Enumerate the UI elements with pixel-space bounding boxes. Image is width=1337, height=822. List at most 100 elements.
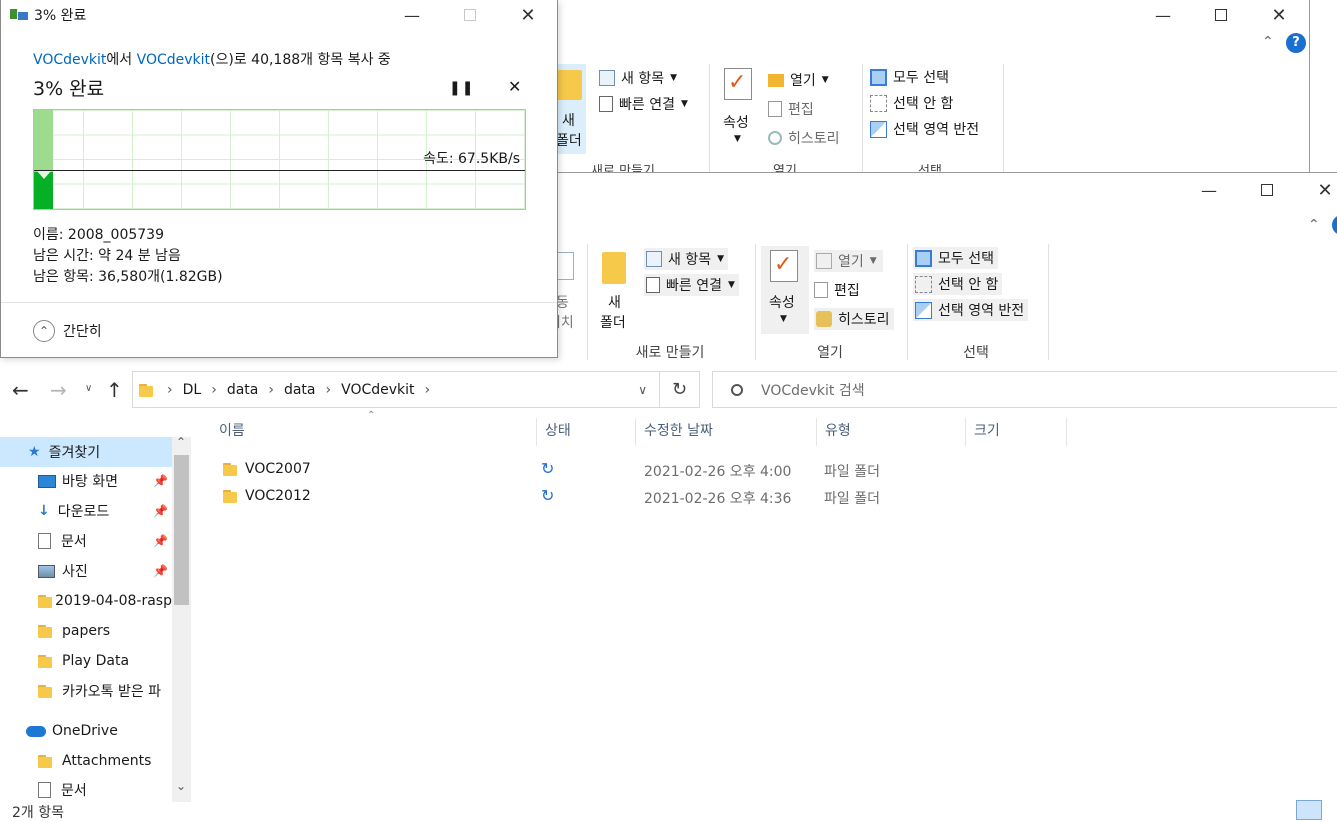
table-row[interactable]: VOC2007 ↻ 2021-02-26 오후 4:00 파일 폴더 — [211, 457, 1071, 483]
breadcrumb-item[interactable]: data — [227, 382, 259, 398]
maximize-button[interactable] — [1244, 175, 1290, 205]
column-header-status[interactable]: 상태 — [537, 416, 635, 446]
address-dropdown-icon[interactable]: ∨ — [638, 383, 647, 397]
back-edit-button[interactable]: 편집 — [768, 99, 814, 119]
quick-access-button[interactable]: 빠른 연결 ▼ — [644, 274, 739, 296]
column-header-type[interactable]: 유형 — [817, 416, 965, 446]
breadcrumb-item[interactable]: data — [284, 382, 316, 398]
chevron-down-icon: ▼ — [680, 99, 688, 109]
nav-folder-playdata[interactable]: Play Data — [0, 646, 172, 676]
nav-onedrive-documents[interactable]: 문서 — [0, 775, 172, 802]
file-modified: 2021-02-26 오후 4:36 — [644, 491, 792, 507]
select-all-button[interactable]: 모두 선택 — [913, 247, 998, 269]
new-folder-button[interactable]: 새 폴더 — [596, 248, 634, 334]
dialog-close-button[interactable]: ✕ — [505, 0, 551, 30]
nav-downloads[interactable]: ↓ 다운로드 📌 — [0, 496, 172, 526]
invert-selection-button[interactable]: 선택 영역 반전 — [913, 299, 1029, 321]
back-nav-button[interactable]: ← — [12, 378, 29, 402]
status-item-count: 2개 항목 — [12, 805, 64, 821]
address-bar[interactable]: › DL › data › data › VOCdevkit › ∨ — [132, 371, 660, 408]
column-header-modified[interactable]: 수정한 날짜 — [636, 416, 816, 446]
back-select-all-button[interactable]: 모두 선택 — [870, 67, 949, 87]
scroll-down-icon[interactable]: ⌄ — [176, 779, 186, 793]
nav-attachments[interactable]: Attachments — [0, 746, 172, 776]
invert-selection-icon — [870, 120, 887, 138]
chevron-down-icon: ▼ — [780, 314, 787, 324]
chevron-down-icon: ▼ — [670, 73, 678, 83]
nav-pictures-label: 사진 — [62, 564, 88, 580]
nav-downloads-label: 다운로드 — [57, 504, 110, 520]
nav-onedrive-label: OneDrive — [52, 723, 118, 739]
cancel-copy-button[interactable]: ✕ — [508, 77, 521, 96]
back-quick-access-button[interactable]: 빠른 연결 ▼ — [599, 94, 688, 114]
back-invert-selection-button[interactable]: 선택 영역 반전 — [870, 119, 979, 139]
dialog-minimize-button[interactable]: — — [389, 0, 435, 30]
nav-pictures[interactable]: 사진 📌 — [0, 556, 172, 586]
description-suffix: (으)로 40,188개 항목 복사 중 — [210, 52, 391, 68]
large-icons-view-button[interactable] — [1324, 800, 1337, 820]
collapse-ribbon-icon[interactable]: ⌃ — [1308, 217, 1320, 233]
speed-line — [34, 170, 525, 171]
nav-folder-playdata-label: Play Data — [62, 653, 130, 669]
scroll-thumb[interactable] — [174, 455, 189, 605]
properties-button[interactable]: ✓ 속성 ▼ — [761, 246, 809, 334]
new-item-label: 새 항목 — [668, 252, 712, 268]
back-minimize-button[interactable]: — — [1140, 0, 1186, 30]
download-icon: ↓ — [38, 503, 50, 519]
back-new-folder-label2: 폴더 — [556, 133, 582, 149]
column-header-size[interactable]: 크기 — [966, 416, 1066, 446]
pause-button[interactable]: ❚❚ — [449, 80, 474, 96]
fewer-details-label: 간단히 — [63, 324, 102, 340]
forward-nav-button[interactable]: → — [50, 378, 67, 402]
nav-folder-kakaotalk[interactable]: 카카오톡 받은 파 — [0, 676, 172, 706]
back-close-button[interactable]: ✕ — [1256, 0, 1302, 30]
column-header-name[interactable]: 이름 — [211, 416, 536, 446]
open-button[interactable]: 열기 ▼ — [814, 250, 883, 272]
minimize-button[interactable]: — — [1186, 175, 1232, 205]
sync-pending-icon: ↻ — [541, 459, 555, 478]
history-icon — [768, 131, 782, 145]
new-item-icon — [599, 70, 615, 86]
close-button[interactable]: ✕ — [1302, 175, 1337, 205]
speed-graph: 속도: 67.5KB/s — [33, 109, 526, 210]
back-help-icon[interactable]: ? — [1286, 33, 1306, 53]
nav-onedrive-documents-label: 문서 — [61, 783, 87, 799]
up-nav-button[interactable]: ↑ — [106, 378, 123, 402]
source-link[interactable]: VOCdevkit — [33, 52, 106, 68]
file-modified: 2021-02-26 오후 4:00 — [644, 464, 792, 480]
refresh-button[interactable]: ↻ — [660, 371, 700, 408]
help-icon[interactable] — [1332, 215, 1337, 235]
back-open-button[interactable]: 열기 ▼ — [768, 70, 829, 90]
open-icon — [816, 253, 832, 269]
back-select-none-button[interactable]: 선택 안 함 — [870, 93, 953, 113]
fewer-details-button[interactable]: ⌃ 간단히 — [33, 320, 102, 342]
back-new-item-button[interactable]: 새 항목 ▼ — [599, 68, 677, 88]
recent-locations-button[interactable]: ∨ — [85, 383, 92, 394]
divider — [907, 244, 908, 360]
divider — [587, 244, 588, 360]
nav-scrollbar[interactable]: ⌃ ⌄ — [172, 437, 191, 802]
breadcrumb-item[interactable]: VOCdevkit — [341, 382, 414, 398]
new-item-button[interactable]: 새 항목 ▼ — [644, 248, 729, 270]
destination-link[interactable]: VOCdevkit — [137, 52, 210, 68]
scroll-up-icon[interactable]: ⌃ — [176, 437, 186, 449]
back-collapse-ribbon-icon[interactable]: ⌃ — [1262, 34, 1274, 50]
edit-button[interactable]: 편집 — [814, 280, 860, 300]
breadcrumb-item[interactable]: DL — [183, 382, 202, 398]
nav-folder-rasp[interactable]: 2019-04-08-rasp — [0, 586, 172, 616]
nav-quick-access[interactable]: ★ 즐겨찾기 — [0, 437, 172, 467]
back-history-button[interactable]: 히스토리 — [768, 128, 840, 148]
back-maximize-button[interactable] — [1198, 0, 1244, 30]
nav-desktop[interactable]: 바탕 화면 📌 — [0, 466, 172, 496]
search-box[interactable]: VOCdevkit 검색 — [712, 371, 1337, 408]
chevron-down-icon: ▼ — [734, 134, 741, 144]
folder-icon — [38, 754, 52, 768]
details-view-button[interactable] — [1296, 800, 1322, 820]
nav-documents[interactable]: 문서 📌 — [0, 526, 172, 556]
history-button[interactable]: 히스토리 — [814, 308, 894, 330]
table-row[interactable]: VOC2012 ↻ 2021-02-26 오후 4:36 파일 폴더 — [211, 484, 1071, 510]
nav-folder-papers[interactable]: papers — [0, 616, 172, 646]
back-properties-button[interactable]: ✓ 속성 ▼ — [720, 66, 758, 150]
nav-onedrive[interactable]: OneDrive — [0, 716, 172, 746]
select-none-button[interactable]: 선택 안 함 — [913, 273, 1003, 295]
